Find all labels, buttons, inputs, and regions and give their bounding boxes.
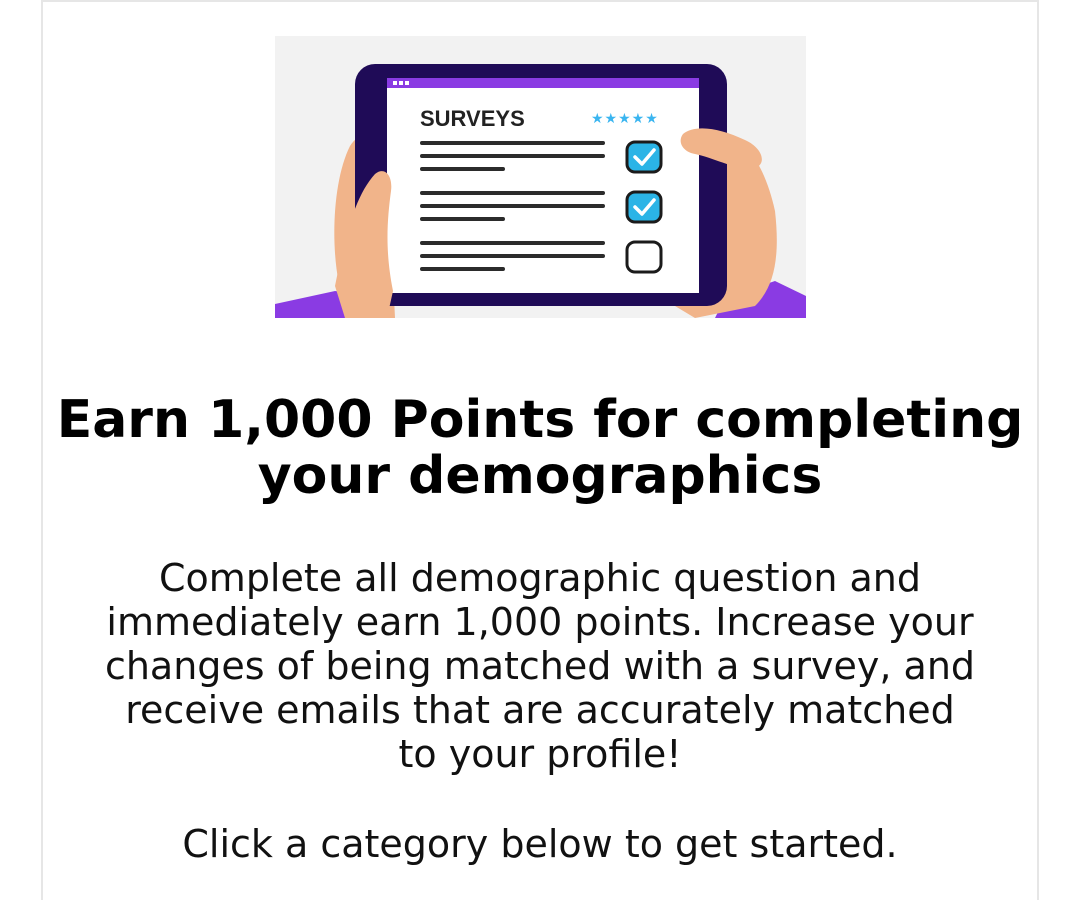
rating-stars: ★★★★★ <box>591 111 659 127</box>
page-title: Earn 1,000 Points for completing your de… <box>56 390 1024 506</box>
description-text: Complete all demographic question and im… <box>104 556 976 776</box>
checkbox-1-icon <box>625 140 663 174</box>
cta-instruction-text: Click a category below to get started. <box>182 822 898 866</box>
surveys-label: SURVEYS <box>420 106 525 131</box>
checkbox-2-icon <box>625 190 663 224</box>
surveys-hero-illustration: SURVEYS ★★★★★ <box>275 36 806 318</box>
checkbox-3-icon <box>625 240 663 274</box>
